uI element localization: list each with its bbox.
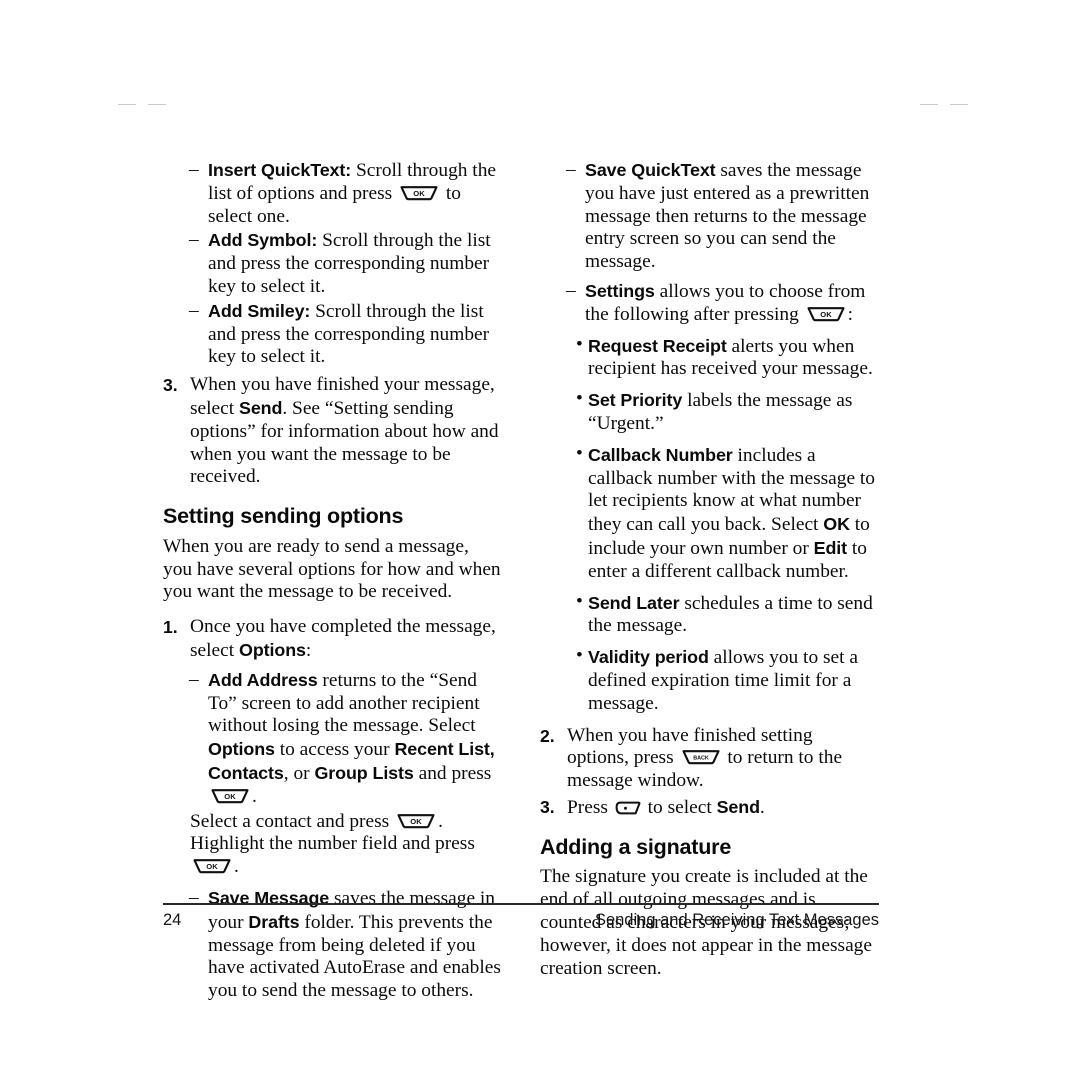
ok-key-icon: OK: [210, 787, 250, 804]
left-column: – Insert QuickText: Scroll through the li…: [163, 158, 502, 1003]
ok-key-icon: OK: [192, 857, 232, 874]
svg-text:OK: OK: [224, 792, 236, 801]
page-number: 24: [163, 911, 182, 929]
term-callback-number: Callback Number: [588, 444, 733, 465]
term-add-smiley: Add Smiley:: [208, 300, 311, 321]
footer-divider: [163, 903, 879, 905]
list-item-set-priority: • Set Priority labels the message as “Urg…: [540, 388, 879, 436]
dash-bullet: –: [189, 668, 199, 690]
round-bullet: •: [576, 442, 583, 464]
term-add-symbol: Add Symbol:: [208, 230, 318, 251]
settings-part2: :: [847, 303, 854, 325]
list-item-add-address: – Add Address returns to the “Send To” sc…: [163, 669, 502, 809]
list-item-insert-quicktext: – Insert QuickText: Scroll through the li…: [163, 159, 502, 228]
term-request-receipt: Request Receipt: [588, 335, 727, 356]
add-address-part2: to access your: [274, 739, 395, 761]
term-save-message: Save Message: [208, 887, 330, 908]
numbered-step-3-right: 3. Press to select Send.: [540, 796, 879, 820]
list-item-validity-period: • Validity period allows you to set a def…: [540, 645, 879, 715]
term-settings: Settings: [585, 280, 655, 301]
svg-text:OK: OK: [410, 817, 422, 826]
list-item-settings: – Settings allows you to choose from the …: [540, 280, 879, 327]
select-contact-part2: .: [438, 810, 443, 832]
bold-options-2: Options: [208, 739, 275, 760]
step-number: 3.: [163, 375, 178, 396]
dash-bullet: –: [189, 159, 199, 180]
right-column: – Save QuickText saves the message you ha…: [540, 158, 879, 980]
term-save-quicktext: Save QuickText: [585, 160, 716, 180]
highlight-number-part1: Highlight the number field and press: [190, 833, 475, 855]
ok-key-icon: OK: [806, 305, 846, 322]
svg-text:OK: OK: [413, 189, 425, 198]
two-column-body: – Insert QuickText: Scroll through the li…: [163, 158, 879, 1003]
numbered-step-2-right: 2. When you have finished setting options…: [540, 725, 879, 793]
step3r-part1: Press: [567, 796, 613, 818]
page-footer: 24 Sending and Receiving Text Messages: [163, 911, 879, 930]
numbered-step-1-left: 1. Once you have completed the message, s…: [163, 616, 502, 663]
round-bullet: •: [576, 590, 583, 612]
dash-bullet: –: [189, 229, 199, 251]
send-key-icon: [615, 800, 641, 816]
ok-key-icon: OK: [399, 184, 439, 201]
dash-bullet: –: [566, 159, 576, 180]
round-bullet: •: [576, 333, 583, 355]
svg-text:OK: OK: [206, 862, 218, 871]
numbered-step-3-left: 3. When you have finished your message, s…: [163, 374, 502, 489]
line-select-contact: Select a contact and press OK.: [163, 811, 502, 834]
heading-setting-sending-options: Setting sending options: [163, 504, 404, 529]
step3r-part3: .: [759, 796, 765, 818]
highlight-number-part2: .: [234, 856, 239, 878]
list-item-save-quicktext: – Save QuickText saves the message you ha…: [540, 159, 879, 274]
chapter-title: Sending and Receiving Text Messages: [594, 911, 879, 929]
list-item-send-later: • Send Later schedules a time to send the…: [540, 590, 879, 639]
step1-text-part1: Once you have completed the message, sel…: [190, 616, 496, 661]
term-validity-period: Validity period: [588, 647, 709, 668]
list-item-add-smiley: – Add Smiley: Scroll through the list and…: [163, 300, 502, 369]
term-set-priority: Set Priority: [588, 390, 683, 411]
step-number: 3.: [540, 796, 555, 817]
dash-bullet: –: [189, 299, 199, 321]
add-address-part4: and press: [413, 762, 492, 784]
step3r-part2: to select: [642, 796, 717, 818]
bold-send: Send: [239, 397, 283, 418]
list-item-add-symbol: – Add Symbol: Scroll through the list and…: [163, 229, 502, 298]
add-address-part3: , or: [283, 762, 315, 784]
bold-ok: OK: [823, 514, 850, 535]
bold-group-lists: Group Lists: [314, 762, 414, 783]
step-number: 1.: [163, 617, 178, 638]
add-address-part5: .: [252, 785, 257, 807]
svg-text:BACK: BACK: [693, 756, 709, 762]
svg-text:OK: OK: [820, 310, 832, 319]
dash-bullet: –: [189, 886, 199, 908]
dash-bullet: –: [566, 279, 576, 301]
round-bullet: •: [576, 645, 583, 667]
term-insert-quicktext: Insert QuickText:: [208, 160, 352, 180]
term-send-later: Send Later: [588, 592, 680, 613]
list-item-request-receipt: • Request Receipt alerts you when recipie…: [540, 333, 879, 382]
list-item-callback-number: • Callback Number includes a callback num…: [540, 442, 879, 584]
heading-adding-a-signature: Adding a signature: [540, 834, 732, 859]
bold-edit: Edit: [813, 537, 848, 558]
round-bullet: •: [576, 388, 583, 410]
bold-send-2: Send: [716, 796, 760, 817]
bold-options: Options: [239, 639, 306, 660]
step-number: 2.: [540, 725, 555, 746]
ok-key-icon: OK: [396, 812, 436, 829]
back-key-icon: BACK: [681, 748, 721, 765]
step1-text-part2: :: [305, 639, 312, 661]
line-highlight-number-field: Highlight the number field and press OK.: [163, 833, 502, 879]
select-contact-part1: Select a contact and press: [190, 810, 395, 832]
paragraph-sending-options-intro: When you are ready to send a message, yo…: [163, 535, 501, 603]
manual-page: – Insert QuickText: Scroll through the li…: [0, 0, 1080, 1080]
term-add-address: Add Address: [208, 669, 318, 690]
